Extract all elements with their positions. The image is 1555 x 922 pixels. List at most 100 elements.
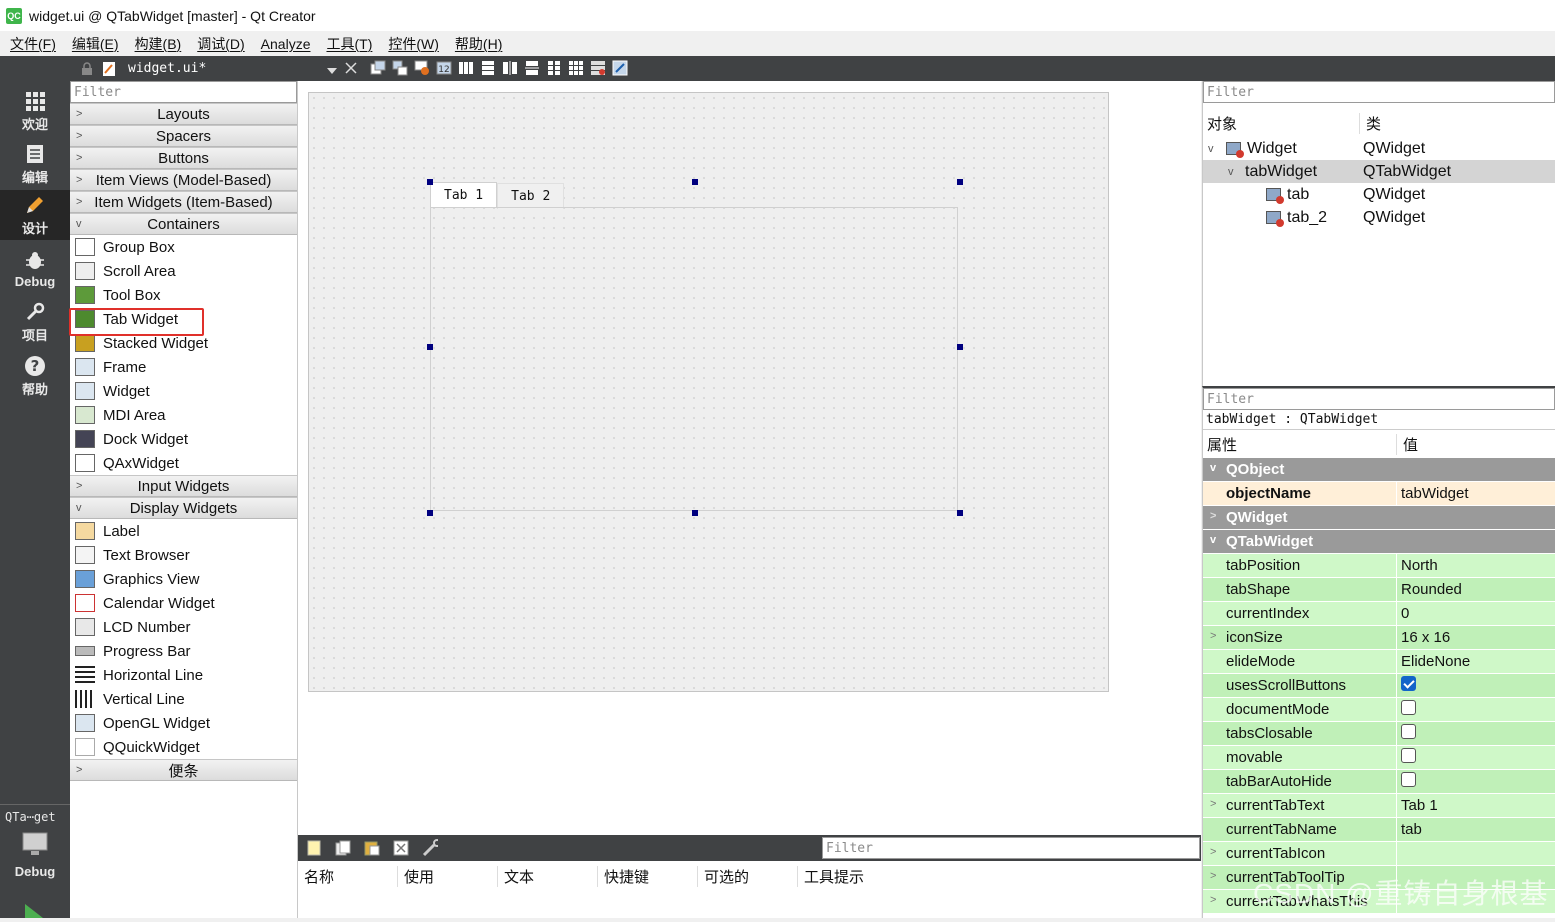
object-filter-input[interactable]: Filter	[1203, 81, 1555, 103]
mode-edit[interactable]: 编辑	[0, 139, 70, 189]
resize-handle[interactable]	[692, 510, 698, 516]
widget-horizontal-line[interactable]: Horizontal Line	[70, 663, 297, 687]
dropdown-arrow-icon[interactable]	[327, 62, 337, 79]
widget-graphics-view[interactable]: Graphics View	[70, 567, 297, 591]
form-editor-canvas[interactable]: Tab 1 Tab 2	[298, 81, 1201, 835]
prop-elidemode[interactable]: elideMode ElideNone	[1203, 650, 1555, 674]
configure-icon[interactable]	[422, 839, 438, 857]
menu-edit[interactable]: 编辑(E)	[64, 34, 127, 54]
mode-help[interactable]: ? 帮助	[0, 351, 70, 401]
category-spacers[interactable]: > Spacers	[70, 125, 297, 147]
col-shortcut[interactable]: 快捷键	[598, 865, 698, 887]
checkbox-checked[interactable]	[1401, 676, 1416, 691]
prop-value[interactable]: 16 x 16	[1397, 629, 1450, 646]
property-filter-input[interactable]: Filter	[1203, 388, 1555, 410]
widget-qquickwidget[interactable]: QQuickWidget	[70, 735, 297, 759]
tab-2[interactable]: Tab 2	[497, 183, 565, 209]
mode-welcome[interactable]: 欢迎	[0, 86, 70, 136]
prop-currenttabicon[interactable]: > currentTabIcon	[1203, 842, 1555, 866]
document-name[interactable]: widget.ui*	[128, 61, 206, 76]
object-row-widget[interactable]: v Widget QWidget	[1203, 137, 1555, 160]
widget-mdi-area[interactable]: MDI Area	[70, 403, 297, 427]
tab-pane[interactable]	[430, 207, 958, 511]
layout-v-splitter-icon[interactable]	[524, 60, 540, 76]
layout-grid-icon[interactable]	[568, 60, 584, 76]
menu-analyze[interactable]: Analyze	[253, 36, 319, 52]
group-qwidget[interactable]: > QWidget	[1203, 506, 1555, 530]
resize-handle[interactable]	[957, 179, 963, 185]
run-icon[interactable]	[25, 904, 45, 922]
adjust-size-icon[interactable]	[612, 60, 628, 76]
widget-opengl[interactable]: OpenGL Widget	[70, 711, 297, 735]
widget-calendar[interactable]: Calendar Widget	[70, 591, 297, 615]
prop-currentindex[interactable]: currentIndex 0	[1203, 602, 1555, 626]
prop-value[interactable]: North	[1397, 557, 1438, 574]
col-object[interactable]: 对象	[1203, 112, 1360, 134]
close-document-icon[interactable]	[345, 61, 357, 78]
resize-handle[interactable]	[427, 344, 433, 350]
menu-widgets[interactable]: 控件(W)	[380, 34, 447, 54]
widget-vertical-line[interactable]: Vertical Line	[70, 687, 297, 711]
copy-action-icon[interactable]	[335, 840, 351, 856]
edit-signals-icon[interactable]	[392, 60, 408, 76]
resize-handle[interactable]	[957, 510, 963, 516]
object-row-tabwidget[interactable]: v tabWidget QTabWidget	[1203, 160, 1555, 183]
group-qobject[interactable]: v QObject	[1203, 458, 1555, 482]
new-action-icon[interactable]	[306, 840, 322, 856]
widget-tool-box[interactable]: Tool Box	[70, 283, 297, 307]
widget-widget[interactable]: Widget	[70, 379, 297, 403]
col-checkable[interactable]: 可选的	[698, 865, 798, 887]
layout-horizontal-icon[interactable]	[458, 60, 474, 76]
widget-scroll-area[interactable]: Scroll Area	[70, 259, 297, 283]
edit-buddies-icon[interactable]	[414, 60, 430, 76]
delete-action-icon[interactable]	[393, 840, 409, 856]
chevron-right-icon[interactable]: >	[1210, 630, 1216, 642]
prop-currenttabtext[interactable]: > currentTabText Tab 1	[1203, 794, 1555, 818]
action-filter-input[interactable]: Filter	[822, 837, 1200, 859]
category-input-widgets[interactable]: > Input Widgets	[70, 475, 297, 497]
prop-value[interactable]: 0	[1397, 605, 1409, 622]
mode-projects[interactable]: 项目	[0, 297, 70, 347]
mode-design[interactable]: 设计	[0, 190, 70, 240]
group-qtabwidget[interactable]: v QTabWidget	[1203, 530, 1555, 554]
col-value[interactable]: 值	[1397, 434, 1418, 455]
category-buttons[interactable]: > Buttons	[70, 147, 297, 169]
category-scratchpad[interactable]: > 便条	[70, 759, 297, 781]
menu-file[interactable]: 文件(F)	[2, 34, 64, 54]
chevron-right-icon[interactable]: >	[1210, 798, 1216, 810]
prop-documentmode[interactable]: documentMode	[1203, 698, 1555, 722]
tab-widget-preview[interactable]: Tab 1 Tab 2	[430, 182, 961, 513]
widget-group-box[interactable]: Group Box	[70, 235, 297, 259]
layout-form-icon[interactable]	[546, 60, 562, 76]
menu-debug[interactable]: 调试(D)	[189, 34, 252, 54]
menu-build[interactable]: 构建(B)	[127, 34, 190, 54]
resize-handle[interactable]	[692, 179, 698, 185]
menu-help[interactable]: 帮助(H)	[447, 34, 510, 54]
prop-tabposition[interactable]: tabPosition North	[1203, 554, 1555, 578]
prop-value[interactable]: Rounded	[1397, 581, 1462, 598]
col-text[interactable]: 文本	[498, 865, 598, 887]
object-row-tab2[interactable]: tab_2 QWidget	[1203, 206, 1555, 229]
col-name[interactable]: 名称	[298, 865, 398, 887]
category-item-views[interactable]: > Item Views (Model-Based)	[70, 169, 297, 191]
category-layouts[interactable]: > Layouts	[70, 103, 297, 125]
resize-handle[interactable]	[427, 510, 433, 516]
prop-value[interactable]: ElideNone	[1397, 653, 1470, 670]
layout-vertical-icon[interactable]	[480, 60, 496, 76]
widget-filter-input[interactable]: Filter	[70, 81, 297, 103]
widget-progress-bar[interactable]: Progress Bar	[70, 639, 297, 663]
col-used[interactable]: 使用	[398, 865, 498, 887]
category-item-widgets[interactable]: > Item Widgets (Item-Based)	[70, 191, 297, 213]
prop-tabbarautohide[interactable]: tabBarAutoHide	[1203, 770, 1555, 794]
paste-action-icon[interactable]	[364, 840, 380, 856]
checkbox[interactable]	[1401, 772, 1416, 787]
category-display-widgets[interactable]: v Display Widgets	[70, 497, 297, 519]
widget-qaxwidget[interactable]: QAxWidget	[70, 451, 297, 475]
tab-1[interactable]: Tab 1	[430, 182, 498, 208]
prop-value[interactable]: tab	[1397, 821, 1422, 838]
widget-frame[interactable]: Frame	[70, 355, 297, 379]
col-tooltip[interactable]: 工具提示	[798, 866, 898, 887]
col-class[interactable]: 类	[1360, 113, 1381, 134]
prop-tabshape[interactable]: tabShape Rounded	[1203, 578, 1555, 602]
prop-value[interactable]: tabWidget	[1397, 485, 1469, 502]
